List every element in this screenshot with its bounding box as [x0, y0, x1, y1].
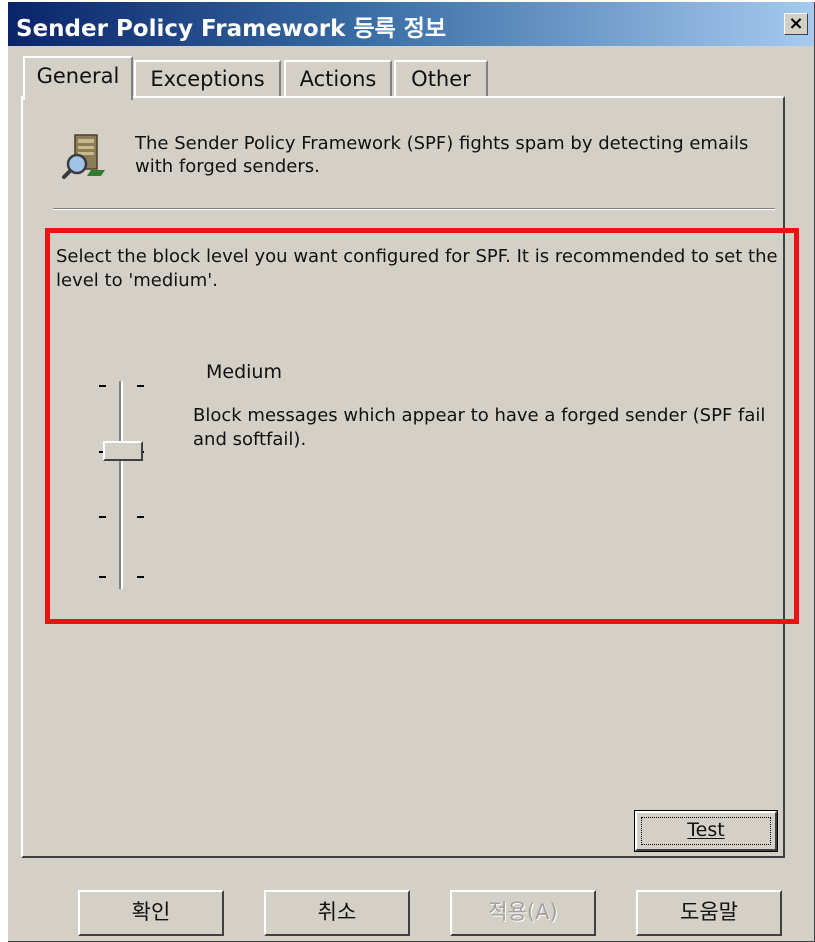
- tab-general-label: General: [36, 64, 120, 88]
- section-divider: [53, 208, 775, 210]
- cancel-button-label: 취소: [317, 900, 357, 924]
- block-level-instructions: Select the block level you want configur…: [56, 246, 778, 291]
- apply-button-label: 적용(A): [488, 900, 558, 924]
- help-button[interactable]: 도움말: [636, 890, 782, 936]
- block-level-name: Medium: [206, 361, 282, 383]
- general-tab-panel: The Sender Policy Framework (SPF) fights…: [21, 96, 799, 858]
- slider-tick: [137, 516, 144, 518]
- cancel-button[interactable]: 취소: [264, 890, 410, 936]
- slider-track[interactable]: [119, 381, 123, 589]
- test-button[interactable]: Test: [634, 810, 778, 852]
- slider-tick: [137, 385, 144, 387]
- test-button-label: Test: [687, 819, 725, 841]
- tab-other[interactable]: Other: [394, 60, 488, 98]
- tab-general[interactable]: General: [23, 56, 133, 100]
- tab-exceptions-label: Exceptions: [150, 67, 265, 91]
- close-icon: ×: [788, 13, 804, 34]
- properties-dialog: Sender Policy Framework 등록 정보 × General …: [8, 2, 815, 942]
- slider-tick: [99, 516, 106, 518]
- title-bar[interactable]: Sender Policy Framework 등록 정보 ×: [8, 2, 814, 46]
- spf-intro-text: The Sender Policy Framework (SPF) fights…: [135, 133, 749, 177]
- ok-button-label: 확인: [131, 900, 171, 924]
- slider-tick: [99, 576, 106, 578]
- window-title: Sender Policy Framework 등록 정보: [16, 16, 447, 42]
- tab-actions-label: Actions: [299, 67, 377, 91]
- apply-button[interactable]: 적용(A): [450, 890, 596, 936]
- tab-exceptions[interactable]: Exceptions: [134, 60, 281, 98]
- slider-tick: [137, 576, 144, 578]
- ok-button[interactable]: 확인: [78, 890, 224, 936]
- help-button-label: 도움말: [680, 900, 738, 924]
- block-level-description: Block messages which appear to have a fo…: [193, 405, 766, 450]
- slider-tick: [99, 385, 106, 387]
- slider-thumb[interactable]: [103, 441, 143, 461]
- tab-actions[interactable]: Actions: [284, 60, 392, 98]
- spf-magnifier-server-icon: [62, 134, 105, 179]
- tab-other-label: Other: [411, 67, 471, 91]
- close-button[interactable]: ×: [784, 13, 808, 35]
